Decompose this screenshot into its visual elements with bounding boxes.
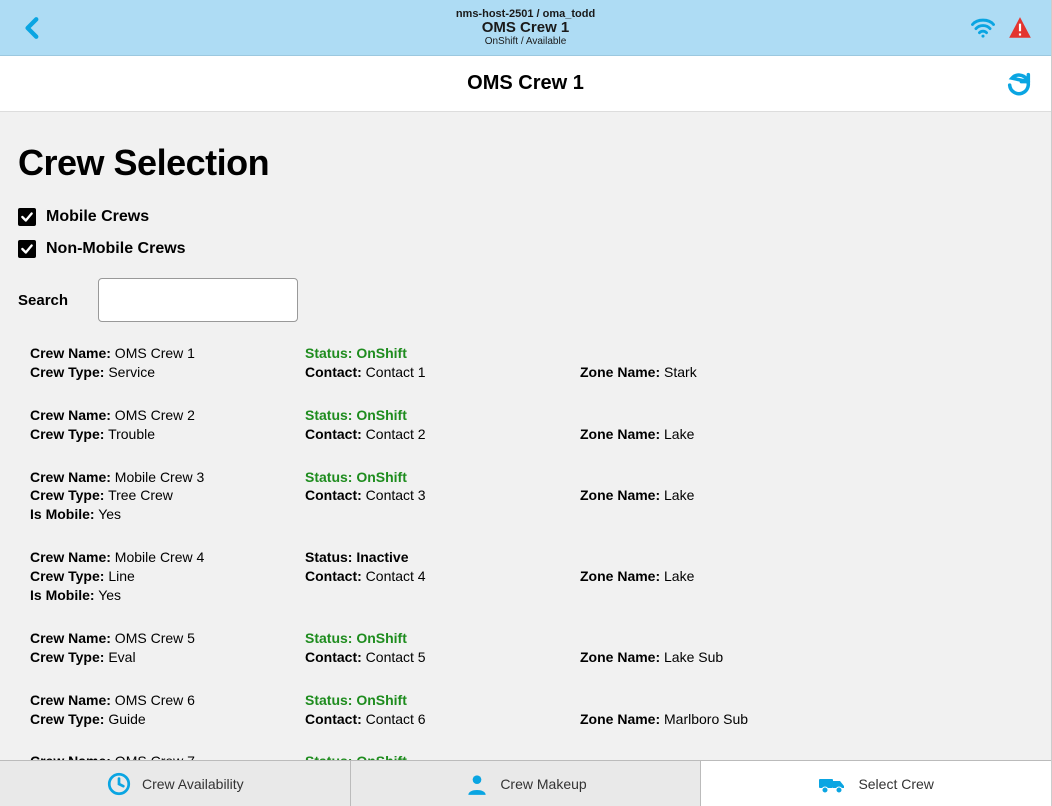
crew-makeup-label: Crew Makeup	[500, 776, 586, 792]
alert-icon[interactable]	[1007, 15, 1033, 46]
crew-item[interactable]: Crew Name: OMS Crew 7Crew Type: ServiceS…	[30, 752, 1033, 760]
nonmobile-crews-checkbox-row[interactable]: Non-Mobile Crews	[18, 240, 1033, 258]
sub-header: OMS Crew 1	[0, 56, 1051, 112]
nonmobile-crews-checkbox[interactable]	[18, 240, 36, 258]
host-status-line: OnShift / Available	[456, 36, 595, 47]
bottom-bar: Crew Availability Crew Makeup Select Cre…	[0, 760, 1051, 806]
chevron-left-icon	[20, 10, 46, 46]
search-input[interactable]	[98, 278, 298, 322]
nonmobile-crews-label: Non-Mobile Crews	[46, 240, 186, 258]
wifi-icon	[969, 14, 997, 47]
search-label: Search	[18, 292, 68, 309]
crew-item[interactable]: Crew Name: OMS Crew 1Crew Type: ServiceS…	[30, 344, 1033, 382]
top-bar: nms-host-2501 / oma_todd OMS Crew 1 OnSh…	[0, 0, 1051, 56]
check-icon	[20, 210, 34, 224]
crew-item[interactable]: Crew Name: OMS Crew 5Crew Type: EvalStat…	[30, 629, 1033, 667]
crew-item[interactable]: Crew Name: Mobile Crew 3Crew Type: Tree …	[30, 468, 1033, 525]
mobile-crews-checkbox[interactable]	[18, 208, 36, 226]
crew-list: Crew Name: OMS Crew 1Crew Type: ServiceS…	[18, 344, 1033, 760]
clock-icon	[106, 771, 132, 797]
truck-icon	[818, 773, 848, 795]
refresh-icon	[1005, 70, 1033, 98]
refresh-button[interactable]	[1005, 70, 1033, 103]
mobile-crews-checkbox-row[interactable]: Mobile Crews	[18, 208, 1033, 226]
person-icon	[464, 771, 490, 797]
content-area: Crew Selection Mobile Crews Non-Mobile C…	[0, 112, 1051, 760]
crew-item[interactable]: Crew Name: OMS Crew 6Crew Type: GuideSta…	[30, 691, 1033, 729]
crew-makeup-button[interactable]: Crew Makeup	[351, 761, 702, 806]
select-crew-label: Select Crew	[858, 776, 933, 792]
back-button[interactable]	[20, 10, 46, 51]
host-line: nms-host-2501 / oma_todd	[456, 8, 595, 20]
crew-availability-label: Crew Availability	[142, 776, 244, 792]
host-info: nms-host-2501 / oma_todd OMS Crew 1 OnSh…	[456, 8, 595, 48]
crew-item[interactable]: Crew Name: Mobile Crew 4Crew Type: LineI…	[30, 548, 1033, 605]
mobile-crews-label: Mobile Crews	[46, 208, 149, 226]
crew-item[interactable]: Crew Name: OMS Crew 2Crew Type: TroubleS…	[30, 406, 1033, 444]
check-icon	[20, 242, 34, 256]
page-title: Crew Selection	[18, 142, 1033, 184]
host-crew-name: OMS Crew 1	[456, 20, 595, 37]
page-subtitle: OMS Crew 1	[467, 72, 584, 95]
select-crew-button[interactable]: Select Crew	[701, 761, 1051, 806]
crew-availability-button[interactable]: Crew Availability	[0, 761, 351, 806]
